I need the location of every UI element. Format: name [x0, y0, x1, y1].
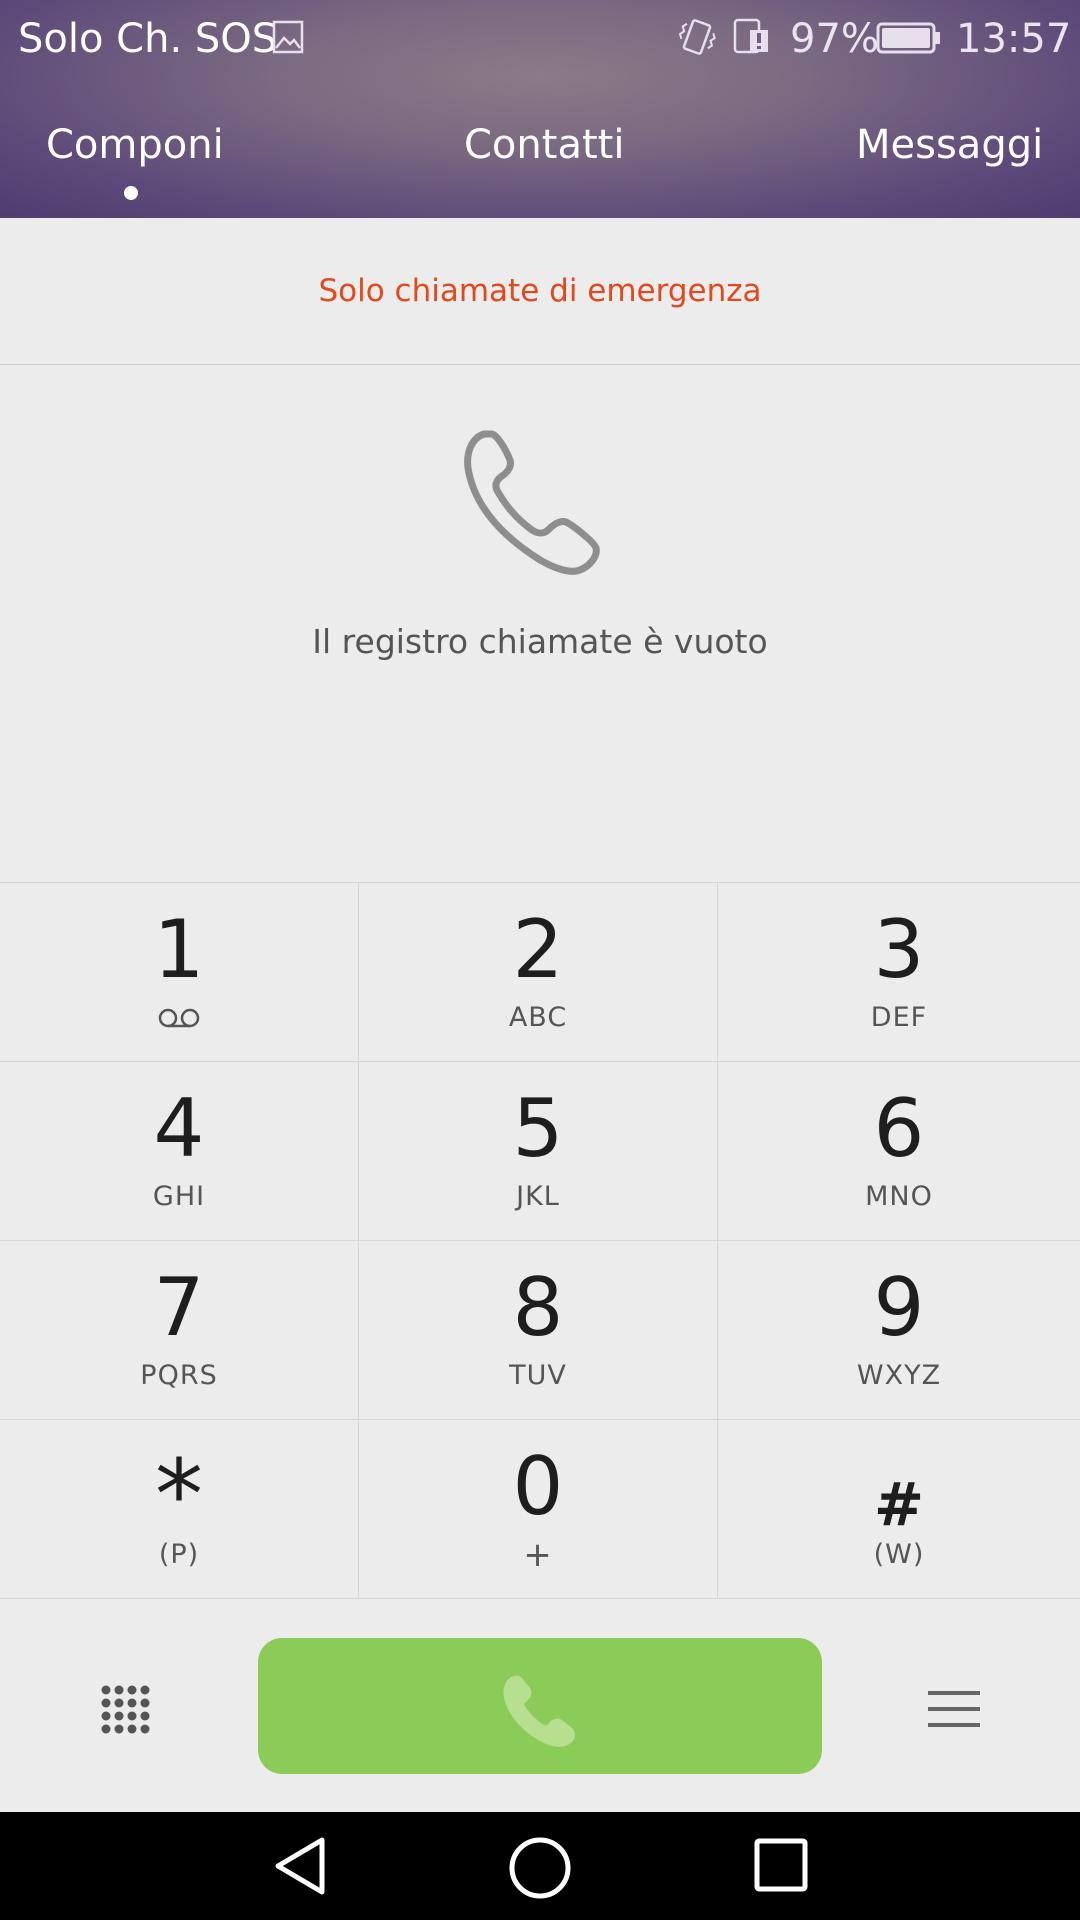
back-icon[interactable]: [270, 1834, 334, 1898]
key-letters: DEF: [870, 1002, 928, 1033]
key-5[interactable]: 5 JKL: [359, 1062, 718, 1241]
key-digit: 2: [512, 903, 564, 996]
key-letters: WXYZ: [856, 1360, 942, 1391]
key-letters: ABC: [508, 1002, 568, 1033]
key-0[interactable]: 0 +: [359, 1420, 718, 1599]
key-letters: (W): [873, 1539, 925, 1570]
header: Solo Ch. SOS 97% 13:57 Componi Contatti …: [0, 0, 1080, 218]
dialpad-icon[interactable]: [100, 1684, 152, 1736]
status-bar: Solo Ch. SOS 97% 13:57: [0, 0, 1080, 78]
key-digit: 3: [873, 903, 925, 996]
key-letters: MNO: [865, 1181, 933, 1212]
key-letters: GHI: [152, 1181, 206, 1212]
key-letters: +: [523, 1535, 553, 1575]
recent-apps-icon[interactable]: [752, 1836, 810, 1894]
vibrate-icon: [676, 16, 718, 58]
emergency-notice: Solo chiamate di emergenza: [0, 218, 1080, 365]
key-digit: 8: [512, 1261, 564, 1354]
key-star[interactable]: * (P): [0, 1420, 359, 1599]
sim-alert-icon: [732, 16, 772, 56]
key-digit: 0: [512, 1440, 564, 1533]
key-digit: 7: [153, 1261, 205, 1354]
key-letters: TUV: [509, 1360, 567, 1391]
key-digit: 5: [512, 1082, 564, 1175]
tab-bar: Componi Contatti Messaggi: [0, 110, 1080, 210]
key-letters: JKL: [516, 1181, 560, 1212]
key-1[interactable]: 1: [0, 883, 359, 1062]
carrier-label: Solo Ch. SOS: [18, 16, 278, 62]
key-letters: PQRS: [140, 1360, 218, 1391]
battery-icon: [876, 22, 942, 54]
image-icon: [272, 20, 304, 54]
key-4[interactable]: 4 GHI: [0, 1062, 359, 1241]
key-7[interactable]: 7 PQRS: [0, 1241, 359, 1420]
key-digit: *: [155, 1439, 203, 1551]
key-digit: 1: [153, 903, 205, 996]
dialer-action-bar: [0, 1602, 1080, 1812]
call-button[interactable]: [258, 1638, 822, 1774]
clock: 13:57: [956, 16, 1072, 62]
key-3[interactable]: 3 DEF: [718, 883, 1080, 1062]
dial-keypad: 1 2 ABC 3 DEF 4 GHI 5 JKL 6 MNO 7 PQRS 8…: [0, 882, 1080, 1603]
empty-call-log-message: Il registro chiamate è vuoto: [312, 622, 768, 661]
tab-messaggi[interactable]: Messaggi: [856, 120, 1043, 170]
key-digit: #: [873, 1470, 925, 1540]
phone-icon: [503, 1675, 575, 1747]
tab-componi[interactable]: Componi: [46, 120, 224, 170]
key-6[interactable]: 6 MNO: [718, 1062, 1080, 1241]
key-digit: 6: [873, 1082, 925, 1175]
active-tab-indicator: [124, 186, 138, 200]
key-digit: 4: [153, 1082, 205, 1175]
battery-percentage: 97%: [790, 16, 879, 62]
key-letters: (P): [158, 1539, 200, 1570]
key-digit: 9: [873, 1261, 925, 1354]
home-icon[interactable]: [506, 1834, 574, 1902]
key-9[interactable]: 9 WXYZ: [718, 1241, 1080, 1420]
system-navigation-bar: [0, 1812, 1080, 1920]
key-hash[interactable]: # (W): [718, 1420, 1080, 1599]
phone-icon: [462, 426, 622, 586]
key-8[interactable]: 8 TUV: [359, 1241, 718, 1420]
key-2[interactable]: 2 ABC: [359, 883, 718, 1062]
voicemail-icon: [0, 1001, 358, 1038]
menu-icon[interactable]: [926, 1688, 982, 1730]
tab-contatti[interactable]: Contatti: [464, 120, 624, 170]
